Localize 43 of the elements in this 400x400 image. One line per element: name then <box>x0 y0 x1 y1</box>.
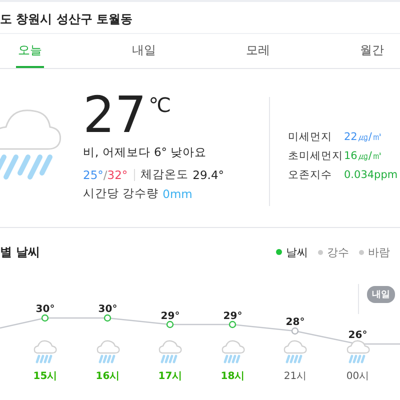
legend-toggle[interactable]: 날씨 <box>276 244 308 260</box>
air-quality-value: 16㎍/㎥ <box>344 148 383 162</box>
low-temperature: 25° <box>83 168 104 182</box>
high-temperature: 32° <box>107 168 128 182</box>
rain-cloud-icon <box>94 338 121 364</box>
air-quality-value: 22㎍/㎥ <box>344 130 383 144</box>
next-day-tag: 내일 <box>367 286 395 303</box>
rain-cloud-icon <box>157 338 184 364</box>
hour-temperature: 26° <box>348 330 368 341</box>
rainfall-label: 시간당 강수량 <box>83 186 159 201</box>
section-title: 별 날씨 <box>0 244 40 260</box>
hour-label: 00시 <box>346 370 370 383</box>
feels-like-label: 체감온도 <box>140 167 189 182</box>
current-temperature: 27 <box>83 87 147 143</box>
weather-summary: 비, 어제보다 6° 낮아요 <box>83 145 208 161</box>
feels-like-value: 29.4° <box>192 168 224 182</box>
air-quality-label: 오존지수 <box>288 168 333 182</box>
range-separator: / <box>103 168 108 182</box>
hour-label: 18시 <box>220 370 245 383</box>
temperature-unit: ℃ <box>148 93 172 117</box>
rainfall-value: 0mm <box>162 186 192 200</box>
hour-temperature: 30° <box>98 304 118 315</box>
air-quality-label: 미세먼지 <box>288 130 333 144</box>
rain-cloud-icon <box>344 338 371 364</box>
hour-label: 17시 <box>158 370 182 383</box>
air-quality-value: 0.034ppm <box>344 168 398 180</box>
hour-label: 16시 <box>96 370 120 383</box>
legend-toggle[interactable]: 강수 <box>318 244 349 260</box>
day-tab[interactable]: 모레 <box>244 34 272 68</box>
hour-temperature: 28° <box>286 317 305 328</box>
hour-temperature: 30° <box>36 304 55 315</box>
rain-cloud-icon <box>282 338 308 364</box>
hour-label: 15시 <box>33 370 58 383</box>
rain-cloud-icon <box>32 338 58 364</box>
hour-temperature: 29° <box>223 310 242 322</box>
rain-cloud-icon <box>220 338 246 364</box>
legend-toggle[interactable]: 바람 <box>359 244 390 260</box>
day-tab[interactable]: 월간 <box>358 34 386 68</box>
day-tab[interactable]: 내일 <box>130 34 158 68</box>
hour-label: 21시 <box>284 370 307 383</box>
air-quality-label: 초미세먼지 <box>288 148 342 162</box>
hour-temperature: 29° <box>160 310 180 322</box>
location-title: 도 창원시 성산구 토월동 <box>0 11 134 28</box>
